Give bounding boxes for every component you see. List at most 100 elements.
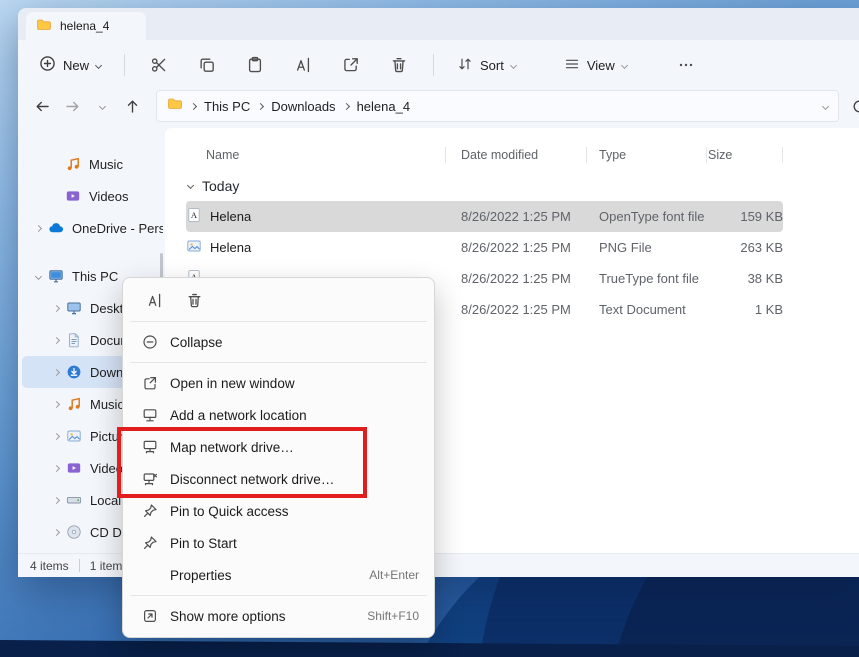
folder-icon (167, 96, 183, 117)
expand-chevron-icon[interactable] (46, 402, 66, 407)
copy-button[interactable] (187, 48, 227, 82)
new-button-label: New (63, 58, 89, 73)
expand-chevron-icon[interactable] (46, 306, 66, 311)
file-row[interactable]: Helena 8/26/2022 1:25 PM PNG File 263 KB (186, 232, 783, 263)
back-button[interactable] (28, 92, 56, 120)
expand-chevron-icon[interactable] (28, 226, 48, 231)
chevron-right-icon (257, 102, 264, 109)
menu-item-open-in-new-window[interactable]: Open in new window (128, 367, 429, 399)
column-header-type[interactable]: Type (587, 140, 707, 170)
sidebar-item-label: OneDrive - Personal (72, 221, 163, 236)
file-size: 1 KB (707, 302, 783, 317)
menu-item-shortcut: Alt+Enter (369, 568, 419, 582)
menu-item-pin-to-quick-access[interactable]: Pin to Quick access (128, 495, 429, 527)
image-file-icon (186, 238, 202, 257)
sidebar-item-label: Music (90, 397, 124, 412)
context-menu-quick-actions (128, 283, 429, 317)
chevron-down-icon (98, 102, 105, 109)
expand-chevron-icon[interactable] (46, 530, 66, 535)
refresh-button[interactable] (845, 92, 859, 120)
file-name: Helena (210, 240, 251, 255)
forward-button[interactable] (58, 92, 86, 120)
folder-icon (36, 17, 52, 36)
expand-chevron-icon[interactable] (46, 434, 66, 439)
command-bar: New Sort View (18, 40, 859, 90)
sidebar-item-label: Videos (89, 189, 129, 204)
explorer-tab[interactable]: helena_4 (26, 12, 146, 40)
menu-divider (130, 362, 427, 363)
pin-icon (140, 503, 160, 519)
group-label: Today (202, 178, 239, 194)
sort-button[interactable]: Sort (448, 50, 525, 81)
rename-button[interactable] (138, 285, 170, 315)
onedrive-cloud-icon (48, 220, 64, 236)
sidebar-item-label: This PC (72, 269, 118, 284)
file-type: OpenType font file (587, 209, 707, 224)
cut-button[interactable] (139, 48, 179, 82)
font-file-icon: A (186, 207, 202, 226)
breadcrumb-downloads[interactable]: Downloads (271, 99, 335, 114)
collapse-chevron-icon (187, 182, 194, 189)
file-size: 159 KB (707, 209, 783, 224)
menu-item-shortcut: Shift+F10 (367, 609, 419, 623)
menu-item-properties[interactable]: Properties Alt+Enter (128, 559, 429, 591)
file-name: Helena (210, 209, 251, 224)
file-size: 38 KB (707, 271, 783, 286)
titlebar: helena_4 (18, 8, 859, 40)
file-date: 8/26/2022 1:25 PM (446, 271, 587, 286)
menu-item-label: Collapse (170, 335, 223, 350)
expand-chevron-icon[interactable] (46, 466, 66, 471)
breadcrumb-this-pc[interactable]: This PC (204, 99, 250, 114)
downloads-icon (66, 364, 82, 380)
menu-item-show-more-options[interactable]: Show more options Shift+F10 (128, 600, 429, 632)
view-icon (564, 56, 580, 75)
file-type: Text Document (587, 302, 707, 317)
up-button[interactable] (118, 92, 146, 120)
recent-locations-button[interactable] (88, 92, 116, 120)
column-header-date-modified[interactable]: Date modified (446, 140, 587, 170)
file-date: 8/26/2022 1:25 PM (446, 209, 587, 224)
view-button-label: View (587, 58, 615, 73)
sidebar-item-music-pinned[interactable]: Music (22, 148, 163, 180)
file-row[interactable]: A Helena 8/26/2022 1:25 PM OpenType font… (186, 201, 783, 232)
status-divider (79, 559, 80, 572)
chevron-right-icon (190, 102, 197, 109)
breadcrumb-helena-4[interactable]: helena_4 (357, 99, 411, 114)
menu-item-collapse[interactable]: Collapse (128, 326, 429, 358)
address-bar[interactable]: This PC Downloads helena_4 (156, 90, 839, 122)
column-header-size[interactable]: Size (707, 140, 783, 170)
sidebar-item-onedrive[interactable]: OneDrive - Personal (22, 212, 163, 244)
view-button[interactable]: View (555, 50, 636, 81)
rename-button[interactable] (283, 48, 323, 82)
sidebar-item-label: Music (89, 157, 123, 172)
address-dropdown-chevron[interactable] (823, 104, 828, 109)
item-count: 4 items (30, 559, 69, 573)
column-header-name[interactable]: Name (186, 140, 446, 170)
address-row: This PC Downloads helena_4 (18, 90, 859, 128)
collapse-chevron-icon[interactable] (28, 274, 48, 279)
group-header-today[interactable]: Today (186, 170, 859, 201)
new-button[interactable]: New (30, 49, 110, 81)
delete-button[interactable] (178, 285, 210, 315)
paste-button[interactable] (235, 48, 275, 82)
expand-chevron-icon[interactable] (46, 498, 66, 503)
sidebar-item-videos-pinned[interactable]: Videos (22, 180, 163, 212)
expand-chevron-icon[interactable] (46, 370, 66, 375)
new-plus-icon (39, 55, 56, 75)
expand-chevron-icon[interactable] (46, 338, 66, 343)
this-pc-icon (48, 268, 64, 284)
more-options-button[interactable] (666, 48, 706, 82)
share-button[interactable] (331, 48, 371, 82)
menu-item-pin-to-start[interactable]: Pin to Start (128, 527, 429, 559)
menu-item-label: Pin to Start (170, 536, 237, 551)
file-type: PNG File (587, 240, 707, 255)
local-disk-icon (66, 492, 82, 508)
sort-icon (457, 56, 473, 75)
file-size: 263 KB (707, 240, 783, 255)
chevron-down-icon (621, 61, 628, 68)
open-new-window-icon (140, 375, 160, 391)
cd-drive-icon (66, 524, 82, 540)
file-type: TrueType font file (587, 271, 707, 286)
delete-button[interactable] (379, 48, 419, 82)
menu-item-label: Pin to Quick access (170, 504, 289, 519)
